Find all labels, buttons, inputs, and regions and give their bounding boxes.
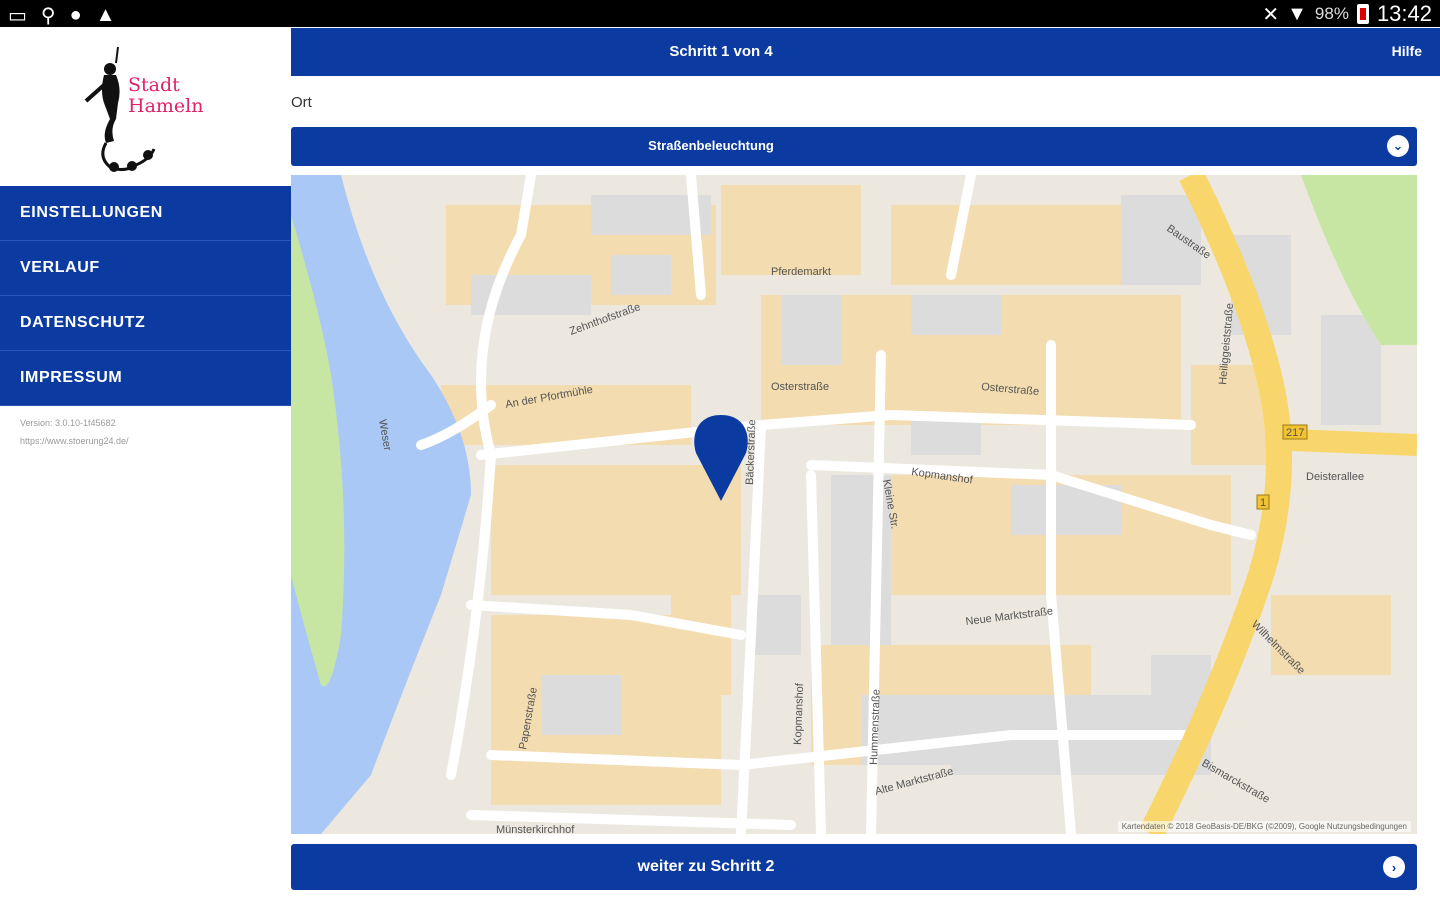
warning-icon: ▲ bbox=[95, 4, 116, 26]
location-map[interactable]: Pferdemarkt Osterstraße Osterstraße Kopm… bbox=[291, 175, 1417, 834]
location-icon: ● bbox=[69, 4, 82, 26]
battery-percent: 98% bbox=[1314, 4, 1349, 23]
route-shield-small-label: 1 bbox=[1260, 497, 1266, 509]
chevron-right-icon: › bbox=[1383, 856, 1405, 878]
city-name: Stadt Hameln bbox=[128, 74, 204, 117]
step-header: Schritt 1 von 4 Hilfe bbox=[291, 28, 1440, 76]
map-label-osterstrasse-short: Osterstraße bbox=[771, 381, 829, 393]
sidebar: Stadt Hameln EINSTELLUNGEN VERLAUF DATEN… bbox=[0, 27, 291, 900]
chevron-down-icon: ⌄ bbox=[1387, 135, 1409, 157]
category-value: Straßenbeleuchtung bbox=[648, 138, 774, 153]
step-indicator: Schritt 1 von 4 bbox=[669, 43, 773, 60]
next-step-button[interactable]: weiter zu Schritt 2 › bbox=[291, 844, 1417, 890]
cast-icon: ▭ bbox=[8, 5, 27, 27]
map-label-kopmanshof-v: Kopmanshof bbox=[792, 682, 806, 745]
city-logo: Stadt Hameln bbox=[0, 27, 291, 185]
map-label-deisterallee: Deisterallee bbox=[1306, 471, 1364, 483]
side-menu: EINSTELLUNGEN VERLAUF DATENSCHUTZ IMPRES… bbox=[0, 186, 291, 406]
location-label: Ort bbox=[291, 94, 312, 111]
menu-item-imprint[interactable]: IMPRESSUM bbox=[0, 351, 291, 406]
map-label-muensterkirchhof: Münsterkirchhof bbox=[496, 824, 575, 834]
clock: 13:42 bbox=[1376, 1, 1432, 26]
next-step-label: weiter zu Schritt 2 bbox=[637, 858, 775, 875]
help-link[interactable]: Hilfe bbox=[1392, 43, 1422, 59]
battery-icon bbox=[1356, 4, 1369, 24]
menu-item-history[interactable]: VERLAUF bbox=[0, 241, 291, 296]
website-link[interactable]: https://www.stoerung24.de/ bbox=[20, 432, 129, 450]
status-bar: ▭ ⚲ ● ▲ ✕ ▼ 98% 13:42 bbox=[0, 0, 1440, 27]
map-label-pferdemarkt: Pferdemarkt bbox=[771, 266, 831, 278]
menu-item-privacy[interactable]: DATENSCHUTZ bbox=[0, 296, 291, 351]
usb-icon: ⚲ bbox=[40, 5, 56, 27]
category-dropdown[interactable]: Straßenbeleuchtung ⌄ bbox=[291, 127, 1417, 166]
version-info: Version: 3.0.10-1f45682 https://www.stoe… bbox=[20, 414, 129, 450]
map-canvas: Pferdemarkt Osterstraße Osterstraße Kopm… bbox=[291, 175, 1417, 834]
menu-item-settings[interactable]: EINSTELLUNGEN bbox=[0, 186, 291, 241]
mute-icon: ✕ bbox=[1262, 3, 1280, 26]
map-attribution[interactable]: Kartendaten © 2018 GeoBasis-DE/BKG (©200… bbox=[1117, 821, 1411, 832]
version-text: Version: 3.0.10-1f45682 bbox=[20, 418, 116, 428]
route-shield-label: 217 bbox=[1286, 427, 1304, 439]
wifi-icon: ▼ bbox=[1287, 2, 1307, 25]
